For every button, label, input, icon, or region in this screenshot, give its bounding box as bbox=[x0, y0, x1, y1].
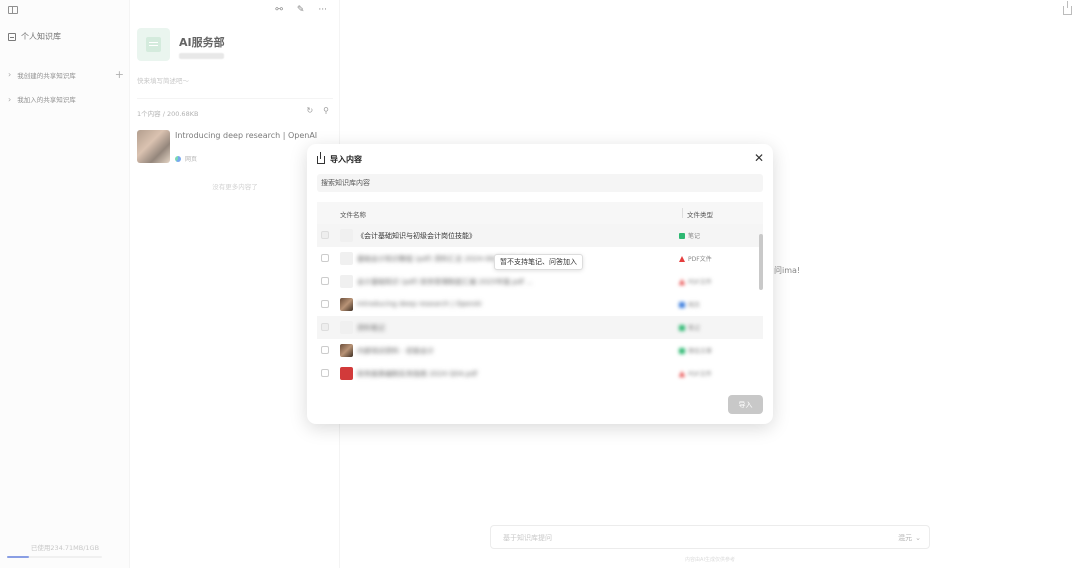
column-header-name: 文件名称 bbox=[340, 211, 366, 219]
row-checkbox[interactable] bbox=[321, 346, 329, 354]
file-type-label: 笔记 bbox=[688, 233, 701, 240]
table-row[interactable]: Introducing deep research | OpenAI 网页 bbox=[317, 293, 763, 316]
column-header-type: 文件类型 bbox=[687, 211, 713, 219]
file-thumbnail bbox=[340, 229, 353, 242]
file-name: Introducing deep research | OpenAI bbox=[357, 300, 482, 308]
file-type: 微信文章 bbox=[679, 346, 712, 355]
file-type-label: PDF文件 bbox=[688, 371, 712, 378]
note-icon bbox=[679, 347, 685, 354]
file-thumbnail bbox=[340, 298, 353, 311]
pdf-icon bbox=[679, 278, 685, 285]
file-type: 笔记 bbox=[679, 323, 700, 332]
table-row: 《会计基础知识与初级会计岗位技能》 笔记 bbox=[317, 224, 763, 247]
table-row[interactable]: 内部培训资料 - 初级会计 微信文章 bbox=[317, 339, 763, 362]
file-name: 会计基础知识 (pdf) 财务管理制度汇编 2025年版.pdf ... bbox=[357, 278, 533, 286]
file-type: PDF文件 bbox=[679, 369, 712, 378]
file-type: 网页 bbox=[679, 300, 700, 309]
file-type-label: PDF文件 bbox=[688, 279, 712, 286]
file-thumbnail bbox=[340, 252, 353, 265]
file-thumbnail bbox=[340, 344, 353, 357]
file-type-label: 笔记 bbox=[688, 325, 701, 332]
file-type-label: PDF文件 bbox=[688, 256, 712, 263]
file-type-label: 网页 bbox=[688, 302, 701, 309]
row-checkbox bbox=[321, 231, 329, 239]
modal-title: 导入内容 bbox=[330, 155, 362, 164]
file-type: 笔记 bbox=[679, 231, 700, 240]
table-row[interactable]: 财务报表编制实务指南 2024 Q04.pdf PDF文件 bbox=[317, 362, 763, 385]
row-checkbox[interactable] bbox=[321, 369, 329, 377]
pdf-icon bbox=[679, 370, 685, 377]
note-icon bbox=[679, 324, 685, 331]
tooltip: 暂不支持笔记、问答加入 bbox=[494, 254, 583, 270]
table-header: 文件名称 文件类型 bbox=[317, 202, 763, 224]
table-row: 资料笔记 笔记 bbox=[317, 316, 763, 339]
import-button[interactable]: 导入 bbox=[728, 395, 763, 414]
file-type: PDF文件 bbox=[679, 277, 712, 286]
search-input[interactable] bbox=[317, 174, 763, 192]
file-type-label: 微信文章 bbox=[688, 348, 713, 355]
modal-header: 导入内容 bbox=[317, 151, 362, 165]
file-name: 资料笔记 bbox=[357, 324, 385, 332]
file-thumbnail bbox=[340, 275, 353, 288]
table-row[interactable]: 会计基础知识 (pdf) 财务管理制度汇编 2025年版.pdf ... PDF文… bbox=[317, 270, 763, 293]
pdf-icon bbox=[679, 255, 685, 262]
file-table: 文件名称 文件类型 《会计基础知识与初级会计岗位技能》 笔记 基础会计知识教程 (p… bbox=[317, 202, 763, 386]
column-divider bbox=[682, 208, 683, 218]
file-name: 内部培训资料 - 初级会计 bbox=[357, 347, 434, 355]
row-checkbox[interactable] bbox=[321, 254, 329, 262]
close-button[interactable]: ✕ bbox=[754, 151, 764, 165]
scrollbar-thumb[interactable] bbox=[759, 234, 763, 290]
file-thumbnail bbox=[340, 367, 353, 380]
file-name: 《会计基础知识与初级会计岗位技能》 bbox=[357, 232, 476, 240]
file-name: 财务报表编制实务指南 2024 Q04.pdf bbox=[357, 370, 478, 378]
upload-icon bbox=[317, 151, 325, 164]
scrollbar[interactable] bbox=[758, 224, 763, 384]
row-checkbox[interactable] bbox=[321, 300, 329, 308]
import-content-modal: 导入内容 ✕ 文件名称 文件类型 《会计基础知识与初级会计岗位技能》笔记基础会计… bbox=[307, 144, 773, 424]
file-thumbnail bbox=[340, 321, 353, 334]
file-type: PDF文件 bbox=[679, 254, 712, 263]
row-checkbox[interactable] bbox=[321, 277, 329, 285]
row-checkbox bbox=[321, 323, 329, 331]
note-icon bbox=[679, 232, 685, 239]
web-icon bbox=[679, 301, 685, 308]
